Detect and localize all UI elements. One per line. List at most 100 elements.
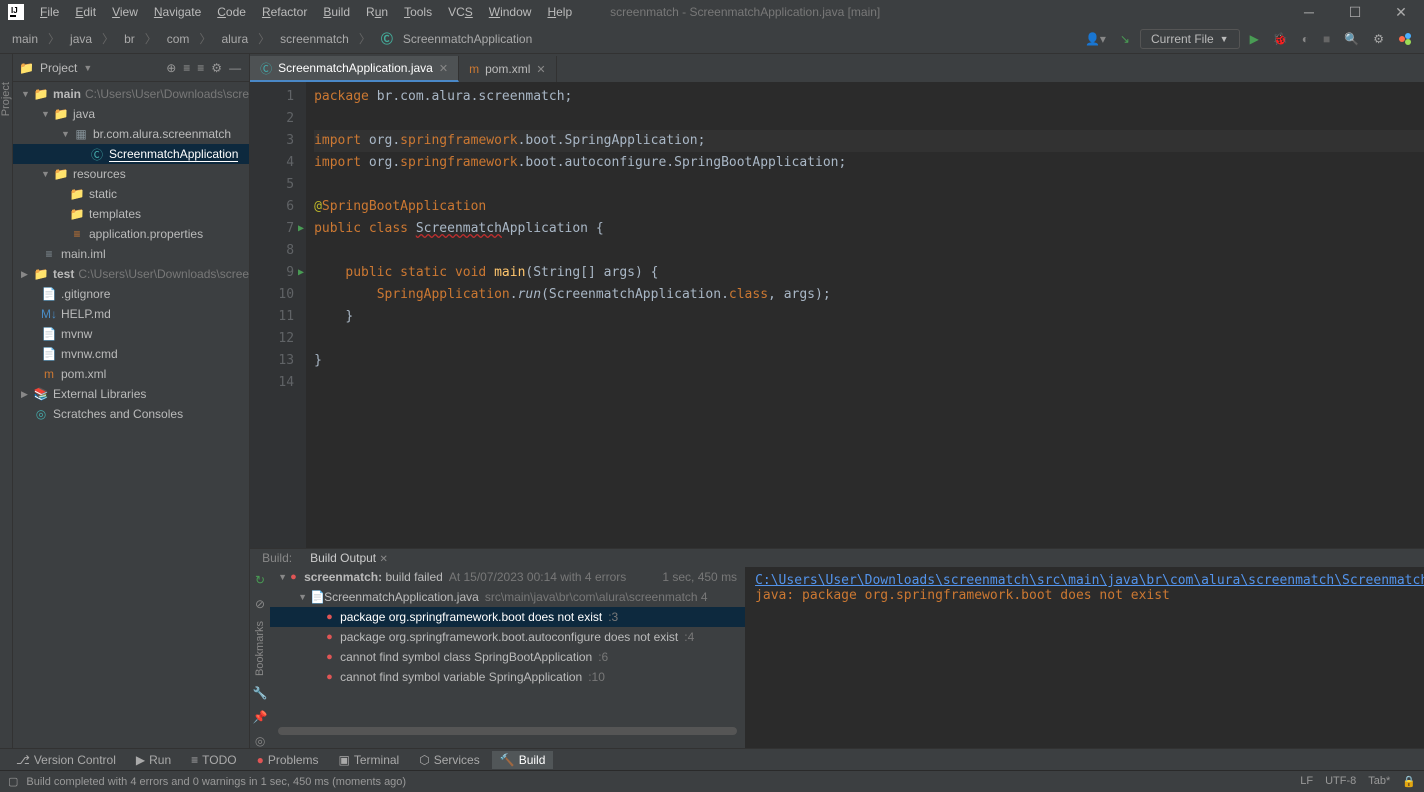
navigation-bar: main〉 java〉 br〉 com〉 alura〉 screenmatch〉…	[0, 24, 1424, 54]
run-configuration-dropdown[interactable]: Current File ▼	[1140, 29, 1240, 49]
chevron-down-icon[interactable]: ▼	[83, 63, 92, 73]
crumb-file[interactable]: ScreenmatchApplication	[399, 30, 536, 48]
project-tree[interactable]: ▼📁mainC:\Users\User\Downloads\scre ▼📁jav…	[13, 82, 249, 748]
menu-window[interactable]: Window	[481, 1, 540, 23]
tree-node-app-class[interactable]: ⒸScreenmatchApplication	[13, 144, 249, 164]
build-error-row[interactable]: ●cannot find symbol class SpringBootAppl…	[270, 647, 745, 667]
build-tree[interactable]: ▼● screenmatch: build failed At 15/07/20…	[270, 567, 745, 748]
run-gutter-icon[interactable]: ▶	[298, 262, 304, 284]
build-error-row[interactable]: ●cannot find symbol variable SpringAppli…	[270, 667, 745, 687]
code-content[interactable]: ●4 ▲2 ✔1 ˄ package br.com.alura.screenma…	[306, 82, 1424, 548]
tree-node-mvnwcmd[interactable]: 📄mvnw.cmd	[13, 344, 249, 364]
crumb-screenmatch[interactable]: screenmatch	[276, 30, 353, 48]
build-output-tab[interactable]: Build Output ✕	[306, 549, 392, 567]
tree-node-help[interactable]: M↓HELP.md	[13, 304, 249, 324]
hide-panel-icon[interactable]: —	[227, 59, 243, 77]
search-icon[interactable]: 🔍	[1340, 30, 1363, 48]
services-icon: ⬡	[419, 753, 429, 767]
menu-code[interactable]: Code	[209, 1, 254, 23]
tree-node-static[interactable]: 📁static	[13, 184, 249, 204]
run-gutter-icon[interactable]: ▶	[298, 218, 304, 240]
menu-refactor[interactable]: Refactor	[254, 1, 315, 23]
menu-file[interactable]: File	[32, 1, 67, 23]
scrollbar[interactable]	[278, 727, 737, 735]
menu-tools[interactable]: Tools	[396, 1, 440, 23]
todo-tool[interactable]: ≡TODO	[183, 751, 244, 769]
lock-icon[interactable]: 🔒	[1402, 775, 1416, 788]
menu-help[interactable]: Help	[539, 1, 580, 23]
debug-button[interactable]: 🐞	[1269, 30, 1292, 48]
tree-node-mvnw[interactable]: 📄mvnw	[13, 324, 249, 344]
toolbox-icon[interactable]	[1394, 30, 1416, 48]
tab-label: pom.xml	[485, 62, 530, 76]
problems-tool[interactable]: ●Problems	[249, 751, 327, 769]
run-tool[interactable]: ▶Run	[128, 751, 179, 769]
build-root-node[interactable]: ▼● screenmatch: build failed At 15/07/20…	[270, 567, 745, 587]
build-file-node[interactable]: ▼📄 ScreenmatchApplication.java src\main\…	[270, 587, 745, 607]
tab-screenmatch-app[interactable]: Ⓒ ScreenmatchApplication.java ✕	[250, 56, 459, 82]
build-output[interactable]: C:\Users\User\Downloads\screenmatch\src\…	[745, 567, 1424, 748]
wrench-icon[interactable]: 🔧	[253, 686, 268, 700]
tree-node-templates[interactable]: 📁templates	[13, 204, 249, 224]
menu-vcs[interactable]: VCS	[440, 1, 481, 23]
filter-icon[interactable]: ⊘	[255, 597, 265, 611]
window-icon[interactable]: ▢	[8, 775, 18, 788]
run-button[interactable]: ▶	[1246, 30, 1263, 48]
collapse-all-icon[interactable]: ≡	[195, 59, 206, 77]
menu-run[interactable]: Run	[358, 1, 396, 23]
close-button[interactable]: ✕	[1378, 0, 1424, 24]
expand-all-icon[interactable]: ≡	[181, 59, 192, 77]
select-opened-icon[interactable]: ⊕	[164, 59, 178, 77]
menu-edit[interactable]: Edit	[67, 1, 104, 23]
target-icon[interactable]: ◎	[255, 734, 265, 748]
settings-icon[interactable]: ⚙	[1369, 30, 1388, 48]
project-tool-button[interactable]: Project	[0, 74, 12, 124]
close-icon[interactable]: ✕	[536, 63, 545, 76]
tree-node-test[interactable]: ▶📁testC:\Users\User\Downloads\scree	[13, 264, 249, 284]
build-error-row[interactable]: ●package org.springframework.boot does n…	[270, 607, 745, 627]
version-control-tool[interactable]: ⎇Version Control	[8, 751, 124, 769]
indent-info[interactable]: Tab*	[1368, 775, 1390, 788]
close-icon[interactable]: ✕	[439, 62, 448, 75]
crumb-br[interactable]: br	[120, 30, 139, 48]
crumb-java[interactable]: java	[66, 30, 96, 48]
stop-button[interactable]: ■	[1319, 30, 1334, 48]
coverage-button[interactable]: ◐	[1298, 30, 1313, 48]
minimize-button[interactable]: ─	[1286, 0, 1332, 24]
terminal-tool[interactable]: ▣Terminal	[331, 751, 408, 769]
pin-icon[interactable]: 📌	[253, 710, 268, 724]
menu-navigate[interactable]: Navigate	[146, 1, 209, 23]
tree-node-main[interactable]: ▼📁mainC:\Users\User\Downloads\scre	[13, 84, 249, 104]
tree-node-package[interactable]: ▼▦br.com.alura.screenmatch	[13, 124, 249, 144]
tree-node-scratches[interactable]: ◎Scratches and Consoles	[13, 404, 249, 424]
tree-node-pom[interactable]: mpom.xml	[13, 364, 249, 384]
hammer-build-icon[interactable]: ↘	[1116, 30, 1134, 48]
code-editor[interactable]: 123456 7▶ 8 9▶ 1011121314 ●4 ▲2 ✔1 ˄ pac…	[250, 82, 1424, 548]
line-number-gutter[interactable]: 123456 7▶ 8 9▶ 1011121314	[250, 82, 306, 548]
rerun-icon[interactable]: ↻	[255, 573, 265, 587]
menu-view[interactable]: View	[104, 1, 146, 23]
tree-node-resources[interactable]: ▼📁resources	[13, 164, 249, 184]
tree-node-java[interactable]: ▼📁java	[13, 104, 249, 124]
tree-node-appprops[interactable]: ≡application.properties	[13, 224, 249, 244]
tree-node-mainiml[interactable]: ≡main.iml	[13, 244, 249, 264]
tree-node-gitignore[interactable]: 📄.gitignore	[13, 284, 249, 304]
line-separator[interactable]: LF	[1300, 775, 1313, 788]
breadcrumb[interactable]: main〉 java〉 br〉 com〉 alura〉 screenmatch〉…	[8, 28, 536, 49]
tab-pom[interactable]: m pom.xml ✕	[459, 56, 557, 82]
add-user-icon[interactable]: 👤▾	[1081, 30, 1110, 48]
tree-node-external-libs[interactable]: ▶📚External Libraries	[13, 384, 249, 404]
build-tool[interactable]: 🔨Build	[492, 751, 554, 769]
build-output-path[interactable]: C:\Users\User\Downloads\screenmatch\src\…	[755, 573, 1424, 588]
file-encoding[interactable]: UTF-8	[1325, 775, 1356, 788]
build-left-toolbar: ↻ ⊘ Bookmarks 🔧 📌 ◎ Structure	[250, 567, 270, 748]
menu-build[interactable]: Build	[315, 1, 358, 23]
build-error-row[interactable]: ●package org.springframework.boot.autoco…	[270, 627, 745, 647]
gear-icon[interactable]: ⚙	[209, 59, 224, 77]
crumb-main[interactable]: main	[8, 30, 42, 48]
bookmarks-tool-button[interactable]: Bookmarks	[254, 621, 266, 676]
crumb-alura[interactable]: alura	[217, 30, 252, 48]
services-tool[interactable]: ⬡Services	[411, 751, 488, 769]
crumb-com[interactable]: com	[163, 30, 194, 48]
maximize-button[interactable]: ☐	[1332, 0, 1378, 24]
